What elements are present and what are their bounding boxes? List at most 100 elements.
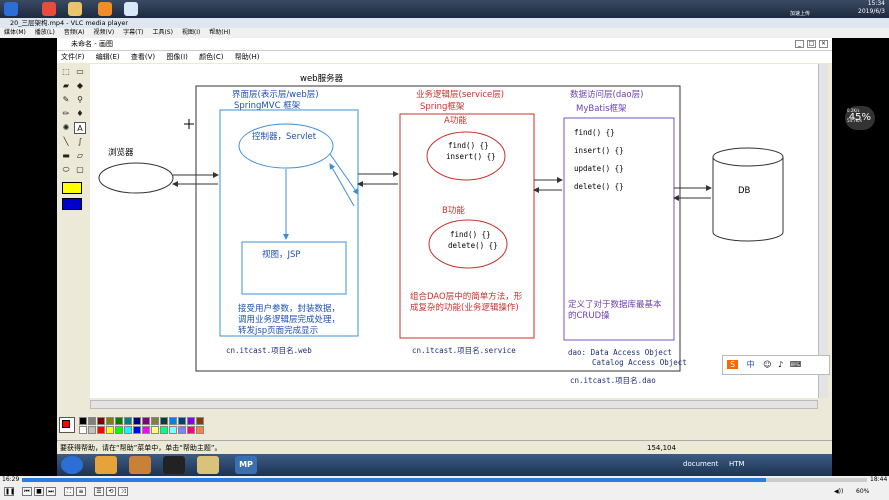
palette-swatch[interactable]: [160, 417, 168, 425]
horizontal-scrollbar[interactable]: [90, 400, 818, 409]
palette-swatch[interactable]: [142, 426, 150, 434]
vlc-icon[interactable]: [98, 2, 112, 16]
sogou-icon[interactable]: S: [727, 360, 739, 369]
rect-select-icon[interactable]: ▭: [74, 66, 86, 78]
close-icon[interactable]: ×: [819, 40, 828, 48]
mic-icon[interactable]: ♪: [778, 360, 783, 369]
vertical-scrollbar[interactable]: [818, 64, 828, 398]
ime-toolbar[interactable]: S 中 ☺ ♪ ⌨: [722, 355, 830, 375]
palette-swatch[interactable]: [79, 426, 87, 434]
palette-swatch[interactable]: [196, 417, 204, 425]
opaque-option-icon[interactable]: [62, 198, 82, 210]
minimize-icon[interactable]: _: [795, 40, 804, 48]
picker-icon[interactable]: ✎: [60, 94, 72, 106]
fill-icon[interactable]: ◆: [74, 80, 86, 92]
rectangle-icon[interactable]: ▬: [60, 150, 72, 162]
palette-swatch[interactable]: [106, 426, 114, 434]
free-select-icon[interactable]: ⬚: [60, 66, 72, 78]
line-icon[interactable]: ╲: [60, 136, 72, 148]
taskbar-idea-icon[interactable]: [163, 456, 185, 474]
palette-swatch[interactable]: [115, 417, 123, 425]
taskbar-app-2-icon[interactable]: [129, 456, 151, 474]
playlist-icon[interactable]: ☰: [94, 487, 104, 496]
palette-swatch[interactable]: [196, 426, 204, 434]
palette-swatch[interactable]: [124, 426, 132, 434]
folder-icon[interactable]: [68, 2, 82, 16]
seek-bar[interactable]: [22, 478, 867, 482]
vlc-menu-tools[interactable]: 工具(S): [152, 29, 173, 36]
taskbar-document-label[interactable]: document: [683, 460, 718, 468]
vlc-menu-subtitle[interactable]: 字幕(T): [123, 29, 143, 36]
palette-swatch[interactable]: [88, 417, 96, 425]
palette-swatch[interactable]: [97, 426, 105, 434]
vlc-menu-audio[interactable]: 音频(A): [64, 29, 85, 36]
palette-swatch[interactable]: [97, 417, 105, 425]
emoji-icon[interactable]: ☺: [763, 360, 771, 369]
magnifier-icon[interactable]: ⚲: [74, 94, 86, 106]
ime-mode[interactable]: 中: [747, 360, 755, 369]
polygon-icon[interactable]: ▱: [74, 150, 86, 162]
maximize-icon[interactable]: □: [807, 40, 816, 48]
next-icon[interactable]: ⏭: [46, 487, 56, 496]
vlc-menu-view[interactable]: 视图(I): [182, 29, 200, 36]
paint-menu-colors[interactable]: 颜色(C): [199, 53, 223, 61]
palette-swatch[interactable]: [106, 417, 114, 425]
volume-icon[interactable]: ◀)): [834, 488, 843, 495]
palette-swatch[interactable]: [160, 426, 168, 434]
airbrush-icon[interactable]: ✺: [60, 122, 72, 134]
paint-menu-view[interactable]: 查看(V): [131, 53, 155, 61]
taskbar-folder-icon[interactable]: [197, 456, 219, 474]
curve-icon[interactable]: ∫: [74, 136, 86, 148]
taskbar-htm-label[interactable]: HTM: [729, 460, 745, 468]
previous-icon[interactable]: ⏮: [22, 487, 32, 496]
speed-badge[interactable]: 加速上传: [790, 10, 810, 17]
start-orb-icon[interactable]: [4, 2, 18, 16]
palette-swatch[interactable]: [178, 426, 186, 434]
palette-swatch[interactable]: [169, 426, 177, 434]
pause-icon[interactable]: ❚❚: [4, 487, 15, 496]
shuffle-icon[interactable]: ⤨: [118, 487, 128, 496]
eraser-icon[interactable]: ▰: [60, 80, 72, 92]
palette-swatch[interactable]: [169, 417, 177, 425]
drawing-canvas[interactable]: web服务器 浏览器 DB 界面层(表示层/web层) SpringMVC 框架…: [90, 64, 818, 398]
palette-swatch[interactable]: [133, 426, 141, 434]
palette-swatch[interactable]: [178, 417, 186, 425]
baidu-netdisk-icon[interactable]: [124, 2, 138, 16]
transparent-option-icon[interactable]: [62, 182, 82, 194]
network-speed-widget[interactable]: 0.2K/s 54.7K/s 45%: [845, 106, 875, 130]
paint-menu-edit[interactable]: 编辑(E): [96, 53, 120, 61]
stop-icon[interactable]: ■: [34, 487, 44, 496]
palette-swatch[interactable]: [133, 417, 141, 425]
vlc-menu-playback[interactable]: 播放(L): [35, 29, 55, 36]
pencil-icon[interactable]: ✏: [60, 108, 72, 120]
rounded-rect-icon[interactable]: ▢: [74, 164, 86, 176]
palette-swatch[interactable]: [151, 417, 159, 425]
taskbar-app-1-icon[interactable]: [95, 456, 117, 474]
loop-icon[interactable]: ⟲: [106, 487, 116, 496]
fullscreen-icon[interactable]: ⛶: [64, 487, 74, 496]
vlc-menu-help[interactable]: 帮助(H): [209, 29, 230, 36]
palette-swatch[interactable]: [79, 417, 87, 425]
clock-time: 15:34: [867, 0, 885, 7]
extended-settings-icon[interactable]: ≡: [76, 487, 86, 496]
paint-menu-file[interactable]: 文件(F): [61, 53, 85, 61]
palette-swatch[interactable]: [151, 426, 159, 434]
ellipse-icon[interactable]: ⬭: [60, 164, 72, 176]
text-tool-icon[interactable]: A: [74, 122, 86, 134]
windows-start-icon[interactable]: [61, 456, 83, 474]
palette-swatch[interactable]: [124, 417, 132, 425]
vlc-menu-video[interactable]: 视频(V): [93, 29, 114, 36]
palette-swatch[interactable]: [115, 426, 123, 434]
keyboard-icon[interactable]: ⌨: [790, 360, 802, 369]
palette-swatch[interactable]: [187, 417, 195, 425]
palette-swatch[interactable]: [142, 417, 150, 425]
vlc-menu-media[interactable]: 媒体(M): [4, 29, 26, 36]
paint-menu-image[interactable]: 图像(I): [166, 53, 188, 61]
chrome-icon[interactable]: [42, 2, 56, 16]
taskbar-mp-icon[interactable]: MP: [235, 456, 257, 474]
palette-swatch[interactable]: [187, 426, 195, 434]
paint-menu-help[interactable]: 帮助(H): [235, 53, 260, 61]
current-color-swatch[interactable]: [59, 417, 75, 433]
palette-swatch[interactable]: [88, 426, 96, 434]
brush-icon[interactable]: ♦: [74, 108, 86, 120]
